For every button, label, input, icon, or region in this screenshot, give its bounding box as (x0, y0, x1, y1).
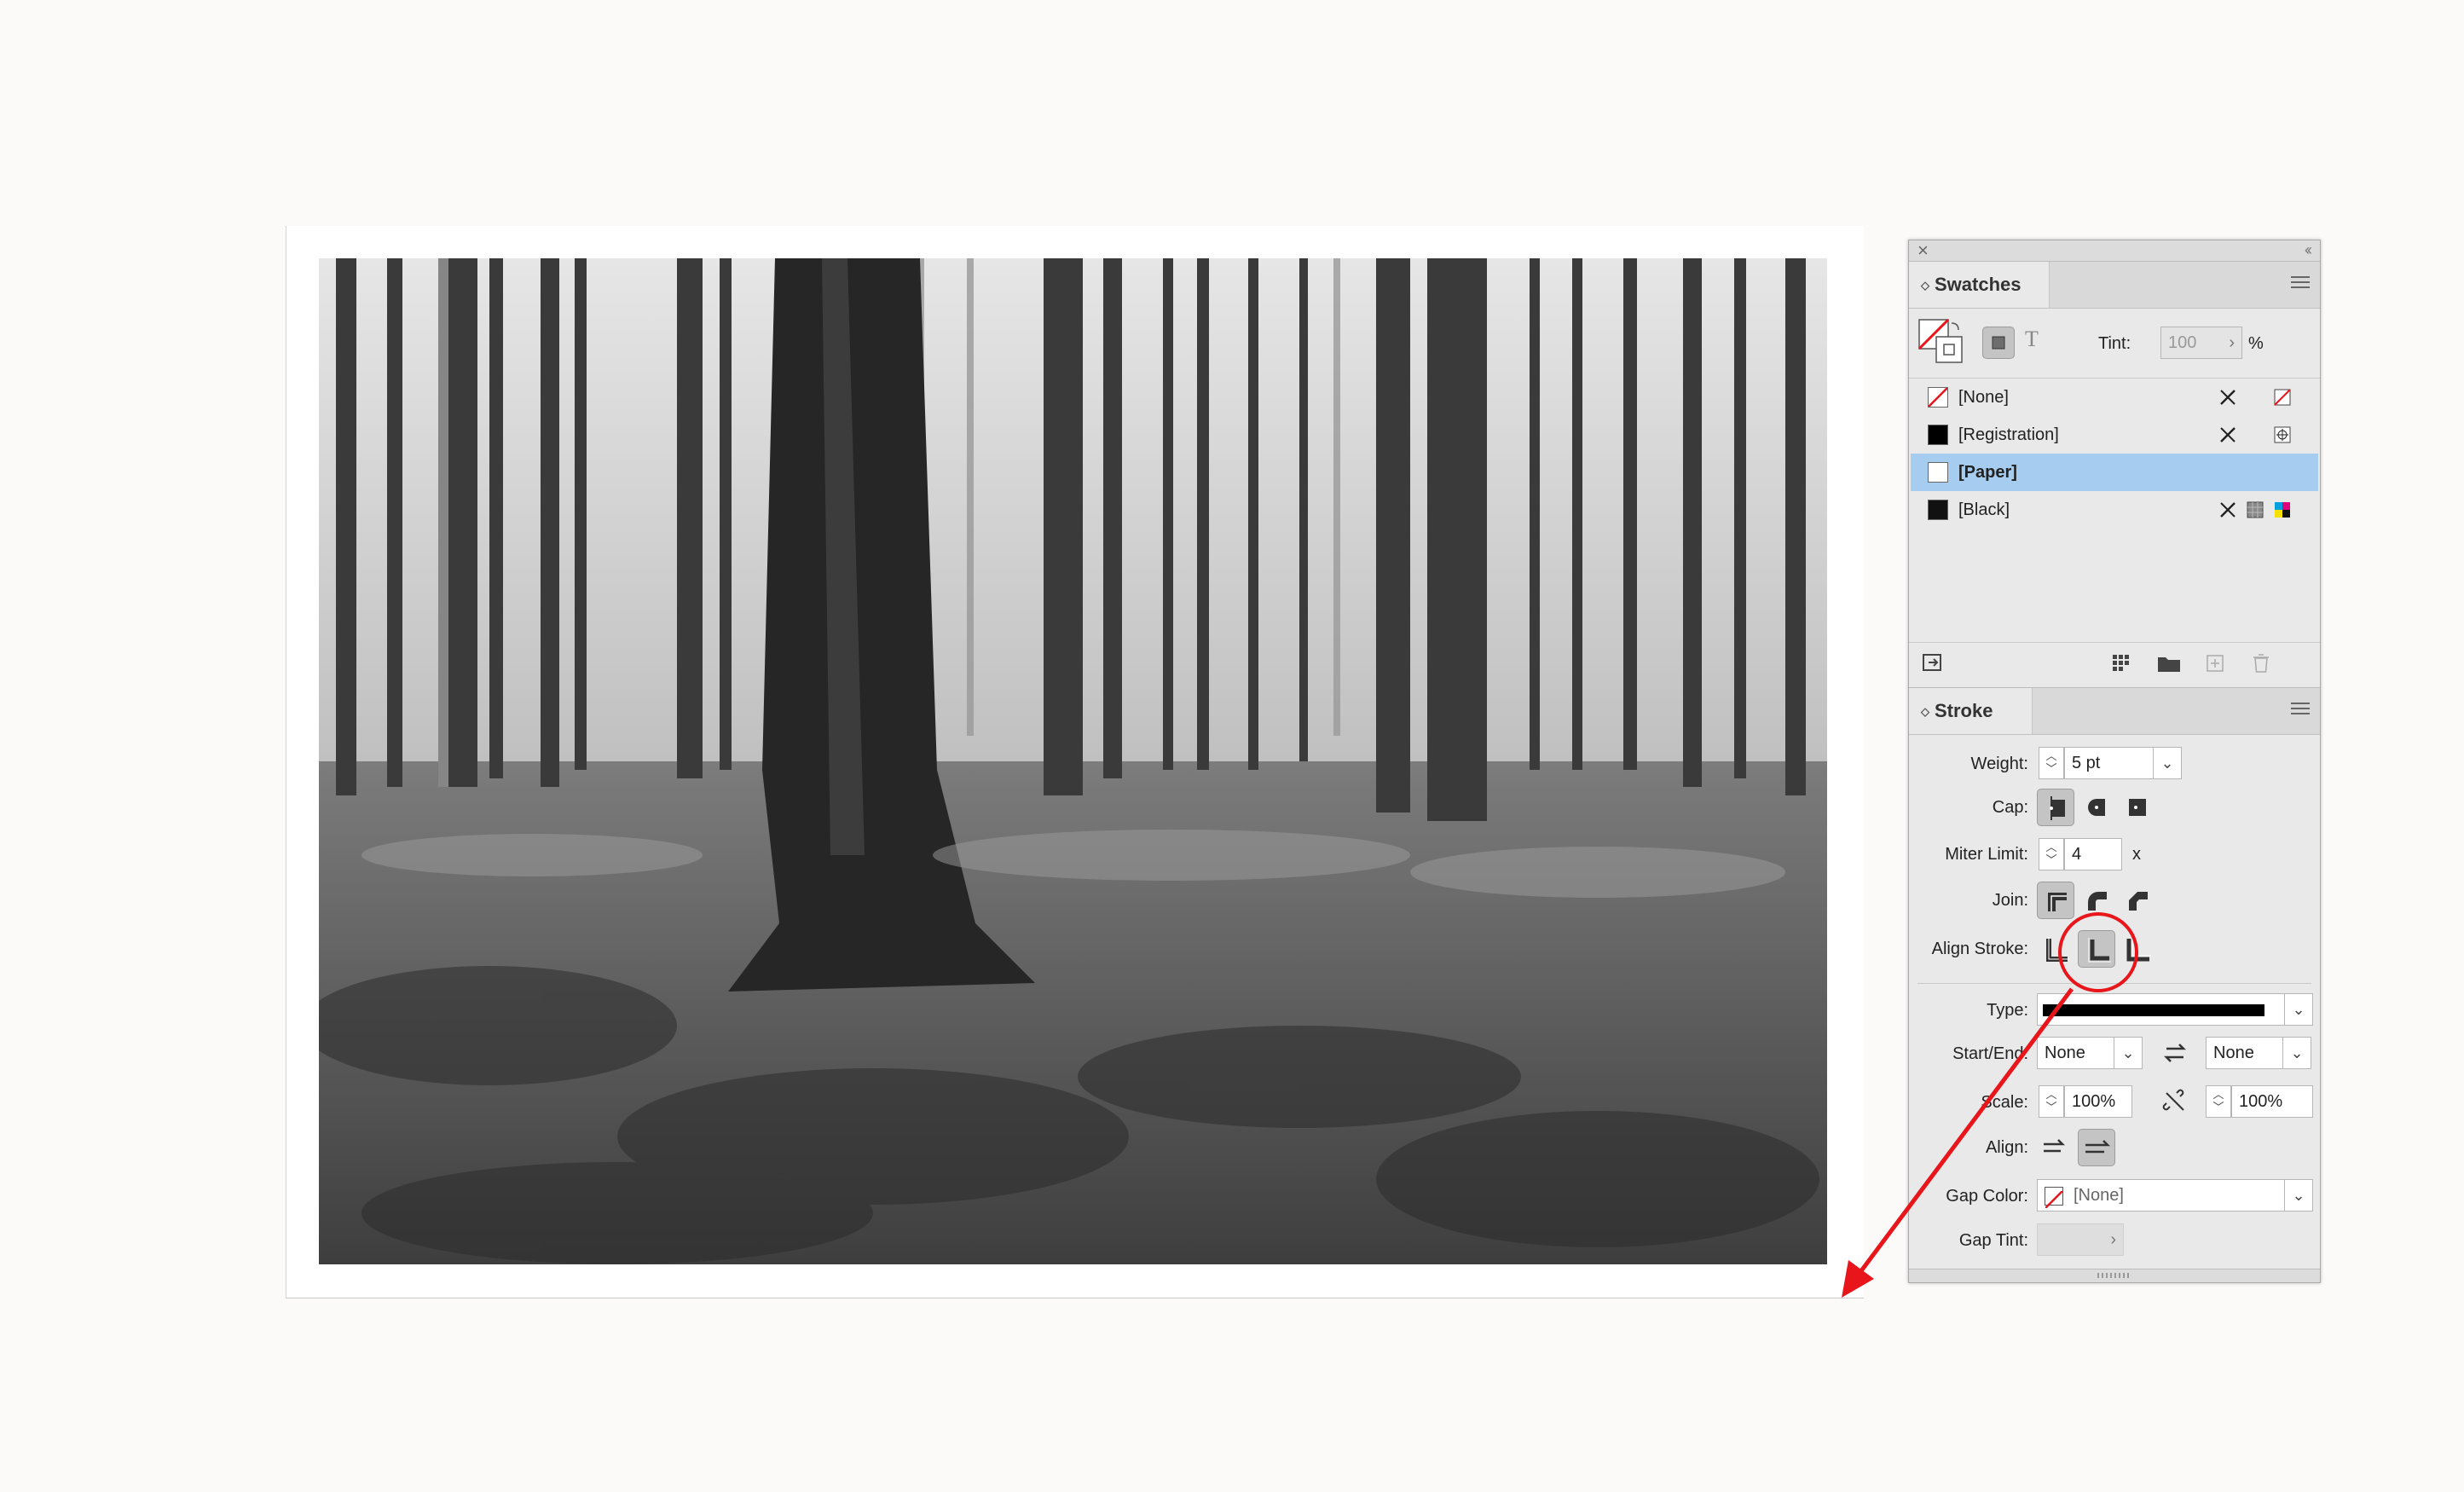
swatch-row-registration[interactable]: [Registration] (1911, 416, 2318, 454)
formatting-container-button[interactable] (1982, 327, 2015, 359)
cap-label: Cap: (1992, 798, 2028, 817)
fill-stroke-icon (1917, 318, 1963, 363)
non-editable-icon (2218, 500, 2238, 520)
show-kinds-icon[interactable] (1921, 652, 1946, 674)
type-dropdown[interactable]: ⌄ (2284, 993, 2313, 1026)
swatch-registration-chip (1928, 425, 1948, 445)
swatches-tab-bar: ◇ Swatches (1909, 262, 2320, 309)
weight-dropdown[interactable]: ⌄ (2153, 747, 2182, 779)
new-group-folder-icon[interactable] (2156, 652, 2182, 674)
panel-title-bar: × ‹‹ (1909, 240, 2320, 262)
scale-end-stepper[interactable]: ︿ ﹀ (2206, 1085, 2231, 1118)
swatch-row-none[interactable]: [None] (1911, 379, 2318, 416)
start-end-label: Start/End: (1952, 1044, 2028, 1063)
miter-unit: x (2132, 845, 2141, 864)
swatch-none-chip (1928, 387, 1948, 408)
align-stroke-inside-button[interactable] (2078, 930, 2115, 968)
start-dropdown[interactable]: ⌄ (2114, 1037, 2143, 1069)
gap-tint-field: › (2037, 1223, 2124, 1256)
weight-stepper[interactable]: ︿ ﹀ (2039, 747, 2064, 779)
new-swatch-icon[interactable] (2202, 652, 2228, 674)
miter-limit-field[interactable]: 4 (2064, 838, 2122, 870)
gap-color-field[interactable]: [None] (2037, 1179, 2286, 1212)
projecting-cap-button[interactable] (2119, 789, 2156, 826)
swatch-name: [Registration] (1958, 425, 2059, 444)
swatch-views-icon[interactable] (2110, 652, 2136, 674)
panel-menu-icon[interactable] (2291, 276, 2310, 292)
close-icon[interactable]: × (1917, 241, 1929, 260)
scale-start-field[interactable]: 100% (2064, 1085, 2132, 1118)
expand-icon: ◇ (1921, 705, 1929, 718)
fill-stroke-proxy[interactable] (1917, 318, 1965, 366)
butt-cap-button[interactable] (2037, 789, 2074, 826)
tab-swatches[interactable]: ◇ Swatches (1909, 262, 2050, 308)
swatch-name: [Paper] (1958, 463, 2017, 482)
stroke-tab-bar: ◇ Stroke (1909, 687, 2320, 735)
scale-start-stepper[interactable]: ︿ ﹀ (2039, 1085, 2064, 1118)
non-editable-icon (2218, 425, 2238, 445)
gap-color-label: Gap Color: (1946, 1187, 2028, 1206)
tint-label: Tint: (2098, 334, 2131, 353)
swatch-name: [None] (1958, 388, 2009, 407)
align-stroke-center-button[interactable] (2037, 930, 2074, 968)
bevel-join-button[interactable] (2119, 882, 2156, 919)
tint-percent: % (2248, 334, 2264, 353)
swatch-row-paper[interactable]: [Paper] (1911, 454, 2318, 491)
arrow-inside-button[interactable] (2078, 1129, 2115, 1166)
gap-color-dropdown[interactable]: ⌄ (2284, 1179, 2313, 1212)
round-join-button[interactable] (2078, 882, 2115, 919)
collapse-icon[interactable]: ‹‹ (2305, 241, 2312, 259)
gap-none-chip (2045, 1187, 2063, 1209)
align-stroke-label: Align Stroke: (1931, 940, 2028, 958)
end-field[interactable]: None (2206, 1037, 2284, 1069)
process-color-icon (2245, 500, 2265, 520)
scale-end-field[interactable]: 100% (2231, 1085, 2313, 1118)
trash-icon[interactable] (2248, 652, 2274, 674)
miter-limit-label: Miter Limit: (1945, 845, 2028, 864)
tab-stroke[interactable]: ◇ Stroke (1909, 688, 2033, 734)
weight-field[interactable]: 5 pt (2064, 747, 2155, 779)
link-scale-icon[interactable] (2161, 1088, 2189, 1115)
solid-line-preview (2043, 1004, 2264, 1016)
end-dropdown[interactable]: ⌄ (2282, 1037, 2311, 1069)
miter-stepper[interactable]: ︿ ﹀ (2039, 838, 2064, 870)
gap-tint-label: Gap Tint: (1958, 1231, 2028, 1250)
formatting-text-icon[interactable]: T (2025, 327, 2039, 352)
join-label: Join: (1992, 891, 2028, 910)
swatches-footer (1909, 643, 2320, 684)
stroke-panel-menu-icon[interactable] (2291, 703, 2310, 718)
scale-label: Scale: (1981, 1093, 2028, 1112)
align-stroke-outside-button[interactable] (2119, 930, 2156, 968)
tint-field[interactable]: 100 › (2160, 327, 2242, 359)
cmyk-icon (2272, 500, 2293, 520)
expand-icon: ◇ (1921, 279, 1929, 292)
swatches-stroke-panel: × ‹‹ ◇ Swatches T Tint: 100 › % [None] [… (1908, 240, 2321, 1283)
swatches-tab-label: Swatches (1935, 274, 2022, 295)
none-type-icon (2272, 387, 2293, 408)
miter-join-button[interactable] (2037, 882, 2074, 919)
swatch-row-black[interactable]: [Black] (1911, 491, 2318, 529)
swatch-black-chip (1928, 500, 1948, 520)
swap-arrows-icon[interactable] (2161, 1039, 2189, 1067)
forest-photo[interactable] (319, 258, 1827, 1264)
non-editable-icon (2218, 387, 2238, 408)
registration-icon (2272, 425, 2293, 445)
panel-resize-grip[interactable] (1909, 1269, 2320, 1282)
align-label: Align: (1985, 1138, 2028, 1157)
start-field[interactable]: None (2037, 1037, 2115, 1069)
round-cap-button[interactable] (2078, 789, 2115, 826)
swatch-paper-chip (1928, 462, 1948, 483)
stroke-tab-label: Stroke (1935, 700, 1993, 721)
swatch-name: [Black] (1958, 500, 2010, 519)
arrow-extend-button[interactable] (2037, 1129, 2074, 1166)
weight-label: Weight: (1970, 755, 2028, 773)
type-label: Type: (1987, 1001, 2028, 1020)
stroke-type-field[interactable] (2037, 993, 2286, 1026)
